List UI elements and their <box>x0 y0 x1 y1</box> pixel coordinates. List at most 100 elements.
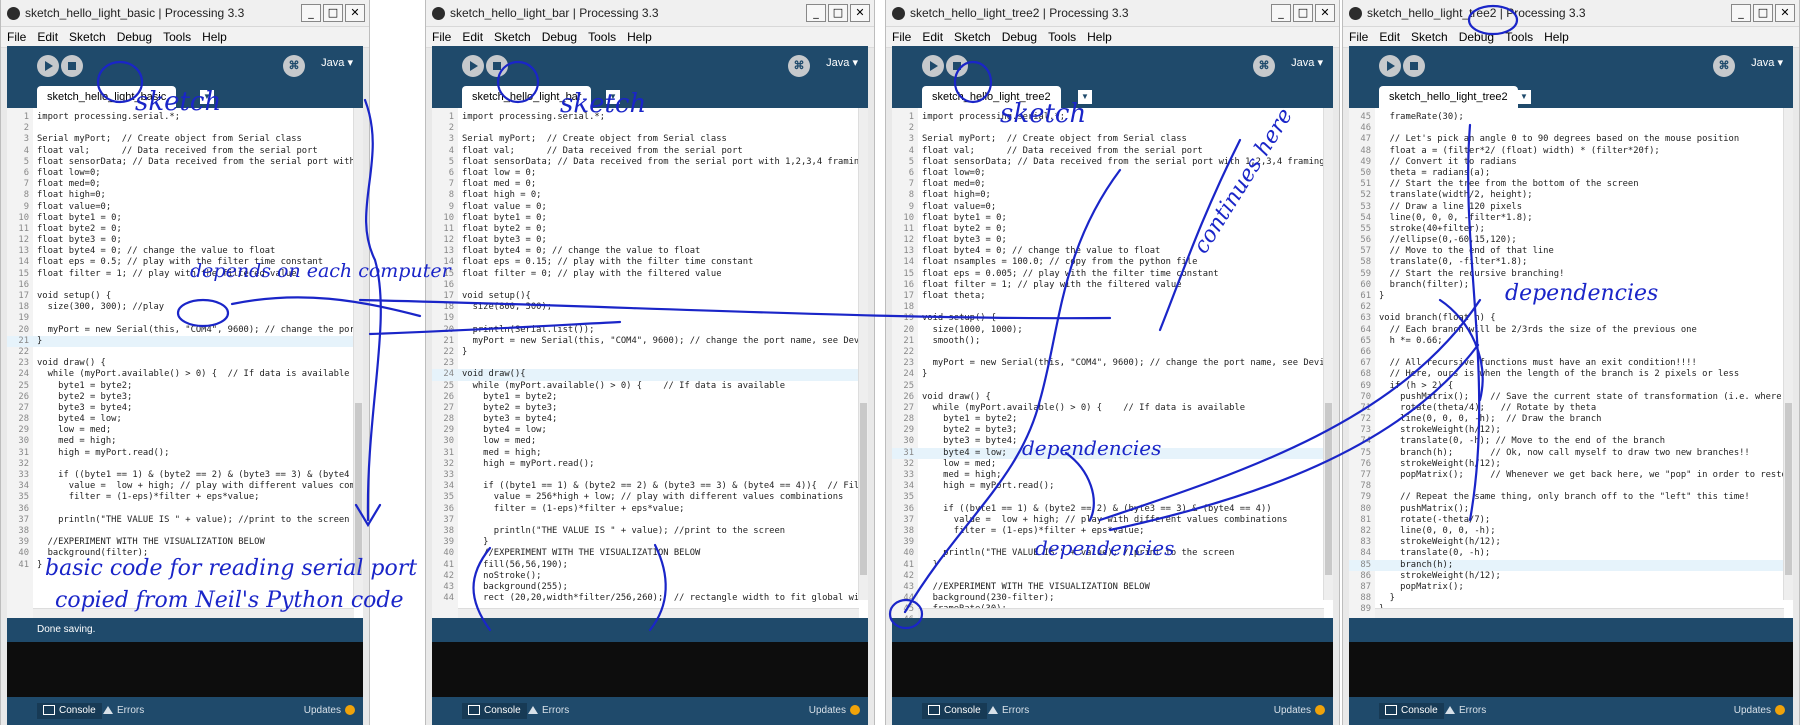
code-line[interactable]: 2 <box>892 123 1323 134</box>
code-line[interactable]: 3 Serial myPort; // Create object from Se… <box>892 134 1323 145</box>
code-line[interactable]: 6 float low = 0; <box>432 168 858 179</box>
code-line[interactable]: 14 float eps = 0.5; // play with the filt… <box>7 257 353 268</box>
minimize-button[interactable]: _ <box>301 4 321 22</box>
code-line[interactable]: 33 med = high; <box>892 470 1323 481</box>
console-tab[interactable]: Console <box>462 703 527 719</box>
code-line[interactable]: 13 float byte4 = 0; // change the value t… <box>7 246 353 257</box>
code-line[interactable]: 31 high = myPort.read(); <box>7 448 353 459</box>
code-line[interactable]: 23 <box>432 358 858 369</box>
maximize-button[interactable]: □ <box>323 4 343 22</box>
menu-edit[interactable]: Edit <box>922 30 943 44</box>
code-line[interactable]: 48 float a = (filter*2/ (float) width) *… <box>1349 146 1783 157</box>
code-line[interactable]: 8 float high = 0; <box>432 190 858 201</box>
minimize-button[interactable]: _ <box>806 4 826 22</box>
updates-link[interactable]: Updates <box>1734 703 1785 719</box>
scroll-thumb[interactable] <box>860 403 867 576</box>
stop-button[interactable] <box>61 55 83 77</box>
code-line[interactable]: 26 byte1 = byte2; <box>432 392 858 403</box>
close-button[interactable]: ✕ <box>345 4 365 22</box>
code-line[interactable]: 39 <box>892 537 1323 548</box>
menu-file[interactable]: File <box>7 30 26 44</box>
menu-sketch[interactable]: Sketch <box>1411 30 1448 44</box>
code-line[interactable]: 37 <box>432 515 858 526</box>
code-line[interactable]: 27 byte3 = byte4; <box>7 403 353 414</box>
code-line[interactable]: 40 //EXPERIMENT WITH THE VISUALIZATION B… <box>432 548 858 559</box>
menu-debug[interactable]: Debug <box>1459 30 1494 44</box>
horizontal-scrollbar[interactable] <box>458 608 859 618</box>
code-line[interactable]: 30 byte3 = byte4; <box>892 436 1323 447</box>
code-line[interactable]: 75 branch(h); // Ok, now call myself to … <box>1349 448 1783 459</box>
console-tab[interactable]: Console <box>922 703 987 719</box>
sketch-tab[interactable]: sketch_hello_light_tree2 <box>922 86 1061 108</box>
errors-tab[interactable]: Errors <box>103 703 144 719</box>
code-line[interactable]: 15 float filter = 1; // play with the fil… <box>7 269 353 280</box>
code-line[interactable]: 82 line(0, 0, 0, -h); <box>1349 526 1783 537</box>
code-line[interactable]: 62 <box>1349 302 1783 313</box>
code-line[interactable]: 17 void setup(){ <box>432 291 858 302</box>
code-line[interactable]: 9 float value=0; <box>892 202 1323 213</box>
run-button[interactable] <box>37 55 59 77</box>
updates-link[interactable]: Updates <box>304 703 355 719</box>
code-line[interactable]: 67 // All recursive functions must have … <box>1349 358 1783 369</box>
stop-button[interactable] <box>486 55 508 77</box>
code-line[interactable]: 30 med = high; <box>7 436 353 447</box>
horizontal-scrollbar[interactable] <box>1375 608 1784 618</box>
menu-sketch[interactable]: Sketch <box>494 30 531 44</box>
tab-menu-arrow-icon[interactable]: ▼ <box>1517 90 1531 104</box>
code-line[interactable]: 6 float low=0; <box>7 168 353 179</box>
code-line[interactable]: 3 Serial myPort; // Create object from Se… <box>7 134 353 145</box>
menu-debug[interactable]: Debug <box>1002 30 1037 44</box>
code-line[interactable]: 23 void draw() { <box>7 358 353 369</box>
code-line[interactable]: 41} <box>7 560 353 571</box>
code-line[interactable]: 5 float sensorData; // Data received from… <box>432 157 865 168</box>
debug-button[interactable]: ⌘ <box>788 55 810 77</box>
code-line[interactable]: 27 byte2 = byte3; <box>432 403 858 414</box>
code-line[interactable]: 71 rotate(theta/4); // Rotate by theta <box>1349 403 1783 414</box>
code-line[interactable]: 32 low = med; <box>892 459 1323 470</box>
code-line[interactable]: 33 <box>432 470 858 481</box>
code-line[interactable]: 24} <box>892 369 1323 380</box>
debug-button[interactable]: ⌘ <box>283 55 305 77</box>
code-line[interactable]: 83 strokeWeight(h/12); <box>1349 537 1783 548</box>
code-area[interactable]: 1 import processing.serial.*; 2 3 Serial myP… <box>432 112 868 604</box>
menu-tools[interactable]: Tools <box>1505 30 1533 44</box>
code-line[interactable]: 87 popMatrix(); <box>1349 582 1783 593</box>
code-line[interactable]: 36 filter = (1-eps)*filter + eps*value; <box>432 504 858 515</box>
code-line[interactable]: 21 smooth(); <box>892 336 1323 347</box>
code-line[interactable]: 52 translate(width/2, height); <box>1349 190 1783 201</box>
code-line[interactable]: 10 float byte1 = 0; <box>432 213 858 224</box>
console-tab[interactable]: Console <box>1379 703 1444 719</box>
code-line[interactable]: 14 float nsamples = 100.0; // copy from t… <box>892 257 1323 268</box>
menu-help[interactable]: Help <box>627 30 652 44</box>
code-line[interactable]: 6 float low=0; <box>892 168 1323 179</box>
code-line[interactable]: 49 // Convert it to radians <box>1349 157 1783 168</box>
code-line[interactable]: 35 <box>892 492 1323 503</box>
code-line[interactable]: 28 byte1 = byte2; <box>892 414 1323 425</box>
code-line[interactable]: 29 byte4 = low; <box>432 425 858 436</box>
code-line[interactable]: 7 float med = 0; <box>432 179 858 190</box>
menu-file[interactable]: File <box>1349 30 1368 44</box>
code-line[interactable]: 16 <box>7 280 353 291</box>
stop-button[interactable] <box>946 55 968 77</box>
errors-tab[interactable]: Errors <box>528 703 569 719</box>
code-line[interactable]: 35 value = 256*high + low; // play with … <box>432 492 858 503</box>
mode-selector[interactable]: Java ▾ <box>1751 56 1783 69</box>
menu-debug[interactable]: Debug <box>542 30 577 44</box>
code-line[interactable]: 28 byte4 = low; <box>7 414 353 425</box>
code-line[interactable]: 58 translate(0, -filter*1.8); <box>1349 257 1783 268</box>
code-line[interactable]: 46 <box>1349 123 1783 134</box>
code-line[interactable]: 10 float byte1 = 0; <box>7 213 353 224</box>
code-line[interactable]: 33 if ((byte1 == 1) & (byte2 == 2) & (by… <box>7 470 363 481</box>
tab-menu-arrow-icon[interactable]: ▼ <box>1078 90 1092 104</box>
updates-link[interactable]: Updates <box>1274 703 1325 719</box>
code-line[interactable]: 12 float byte3 = 0; <box>7 235 353 246</box>
code-line[interactable]: 61} <box>1349 291 1783 302</box>
code-line[interactable]: 65 h *= 0.66; <box>1349 336 1783 347</box>
vertical-scrollbar[interactable] <box>1783 108 1793 600</box>
code-line[interactable]: 27 while (myPort.available() > 0) { // I… <box>892 403 1323 414</box>
code-line[interactable]: 11 float byte2 = 0; <box>892 224 1323 235</box>
mode-selector[interactable]: Java ▾ <box>826 56 858 69</box>
code-line[interactable]: 34 value = low + high; // play with diff… <box>7 481 363 492</box>
code-line[interactable]: 25 byte1 = byte2; <box>7 381 353 392</box>
code-line[interactable]: 25 while (myPort.available() > 0) { // I… <box>432 381 858 392</box>
